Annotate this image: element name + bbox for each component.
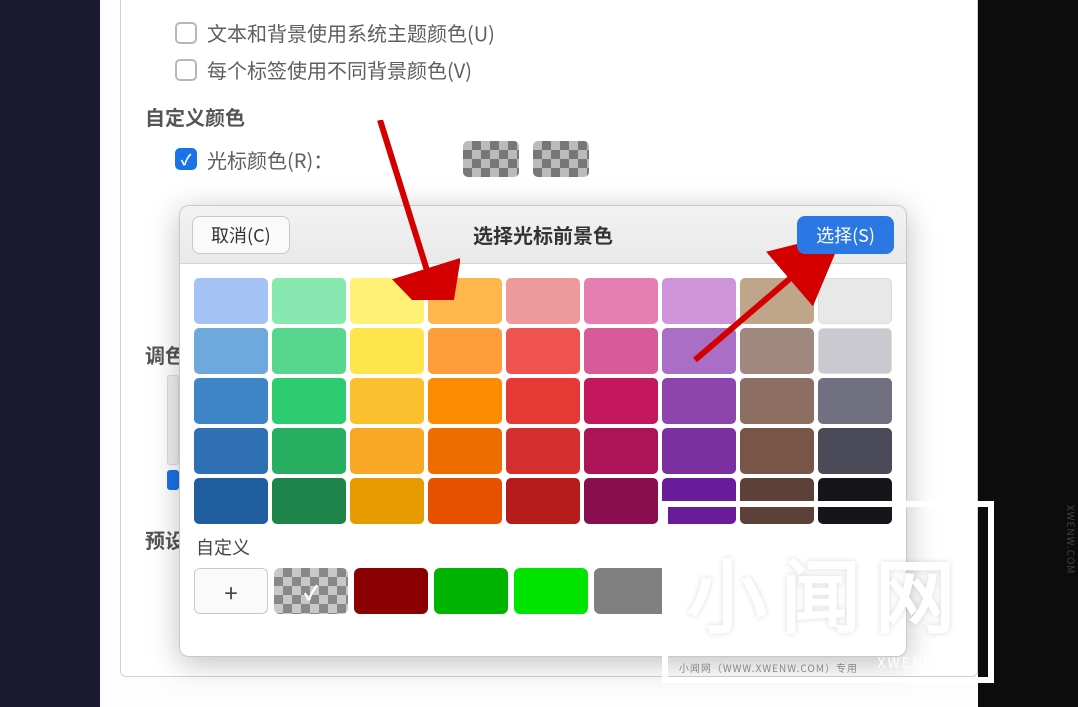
frame-right [978,0,1078,707]
color-swatch[interactable] [272,478,346,524]
selection-peek [167,470,179,490]
color-swatch[interactable] [428,328,502,374]
color-swatch[interactable] [428,428,502,474]
color-swatch[interactable] [428,278,502,324]
color-swatch[interactable] [740,278,814,324]
checkbox-unchecked-icon[interactable] [175,59,197,81]
custom-swatch-transparent[interactable] [274,568,348,614]
color-swatch[interactable] [350,278,424,324]
color-swatch[interactable] [350,378,424,424]
color-swatch[interactable] [506,478,580,524]
color-swatch[interactable] [350,428,424,474]
color-swatch[interactable] [584,428,658,474]
watermark-box: 小闻网 XWENW.COM [668,507,988,677]
option-label: 文本和背景使用系统主题颜色(U) [207,18,495,47]
color-swatch[interactable] [584,278,658,324]
dialog-header: 取消(C) 选择光标前景色 选择(S) [180,206,906,264]
option-label: 每个标签使用不同背景颜色(V) [207,55,472,84]
color-swatch[interactable] [194,328,268,374]
section-custom-colors: 自定义颜色 [145,102,958,131]
color-swatch[interactable] [194,278,268,324]
add-custom-color-button[interactable]: + [194,568,268,614]
color-swatch[interactable] [428,378,502,424]
color-swatch[interactable] [740,428,814,474]
checkbox-unchecked-icon[interactable] [175,22,197,44]
color-chip-transparent-1[interactable] [463,141,519,177]
color-swatch[interactable] [506,278,580,324]
color-swatch[interactable] [506,428,580,474]
select-button[interactable]: 选择(S) [797,216,894,254]
color-swatch[interactable] [350,328,424,374]
custom-swatch[interactable] [354,568,428,614]
color-swatch[interactable] [194,378,268,424]
cancel-button[interactable]: 取消(C) [192,216,290,254]
color-swatch[interactable] [272,428,346,474]
color-swatch[interactable] [662,378,736,424]
custom-swatch[interactable] [514,568,588,614]
color-swatch[interactable] [584,378,658,424]
watermark-text: 小闻网 [668,507,988,677]
color-swatch[interactable] [584,328,658,374]
color-chips [463,141,589,177]
custom-swatch[interactable] [434,568,508,614]
color-swatch[interactable] [818,278,892,324]
panel-peek [167,375,179,465]
color-swatch[interactable] [272,278,346,324]
color-swatch[interactable] [818,328,892,374]
color-swatch[interactable] [818,378,892,424]
option-per-tab-bg[interactable]: 每个标签使用不同背景颜色(V) [175,55,958,84]
option-cursor-color[interactable]: 光标颜色(R)： [175,141,958,177]
color-swatch[interactable] [194,428,268,474]
watermark-footer: 小闻网（WWW.XWENW.COM）专用 [0,660,978,672]
checkbox-checked-icon[interactable] [175,148,197,170]
color-swatch[interactable] [272,328,346,374]
color-swatch[interactable] [272,378,346,424]
watermark-side: XWENW.COM [1065,505,1078,625]
color-swatch[interactable] [662,278,736,324]
color-swatch[interactable] [584,478,658,524]
color-swatch[interactable] [194,478,268,524]
option-label: 光标颜色(R)： [207,145,333,174]
palette-grid [180,264,906,528]
color-swatch[interactable] [740,328,814,374]
color-swatch[interactable] [818,428,892,474]
settings-content: 文本和背景使用系统主题颜色(U) 每个标签使用不同背景颜色(V) 自定义颜色 光… [145,10,958,185]
color-chip-transparent-2[interactable] [533,141,589,177]
color-swatch[interactable] [740,378,814,424]
color-swatch[interactable] [662,428,736,474]
option-system-theme[interactable]: 文本和背景使用系统主题颜色(U) [175,18,958,47]
color-swatch[interactable] [662,328,736,374]
color-swatch[interactable] [428,478,502,524]
color-swatch[interactable] [350,478,424,524]
frame-left [0,0,100,707]
color-swatch[interactable] [506,378,580,424]
color-swatch[interactable] [506,328,580,374]
custom-swatch[interactable] [594,568,668,614]
